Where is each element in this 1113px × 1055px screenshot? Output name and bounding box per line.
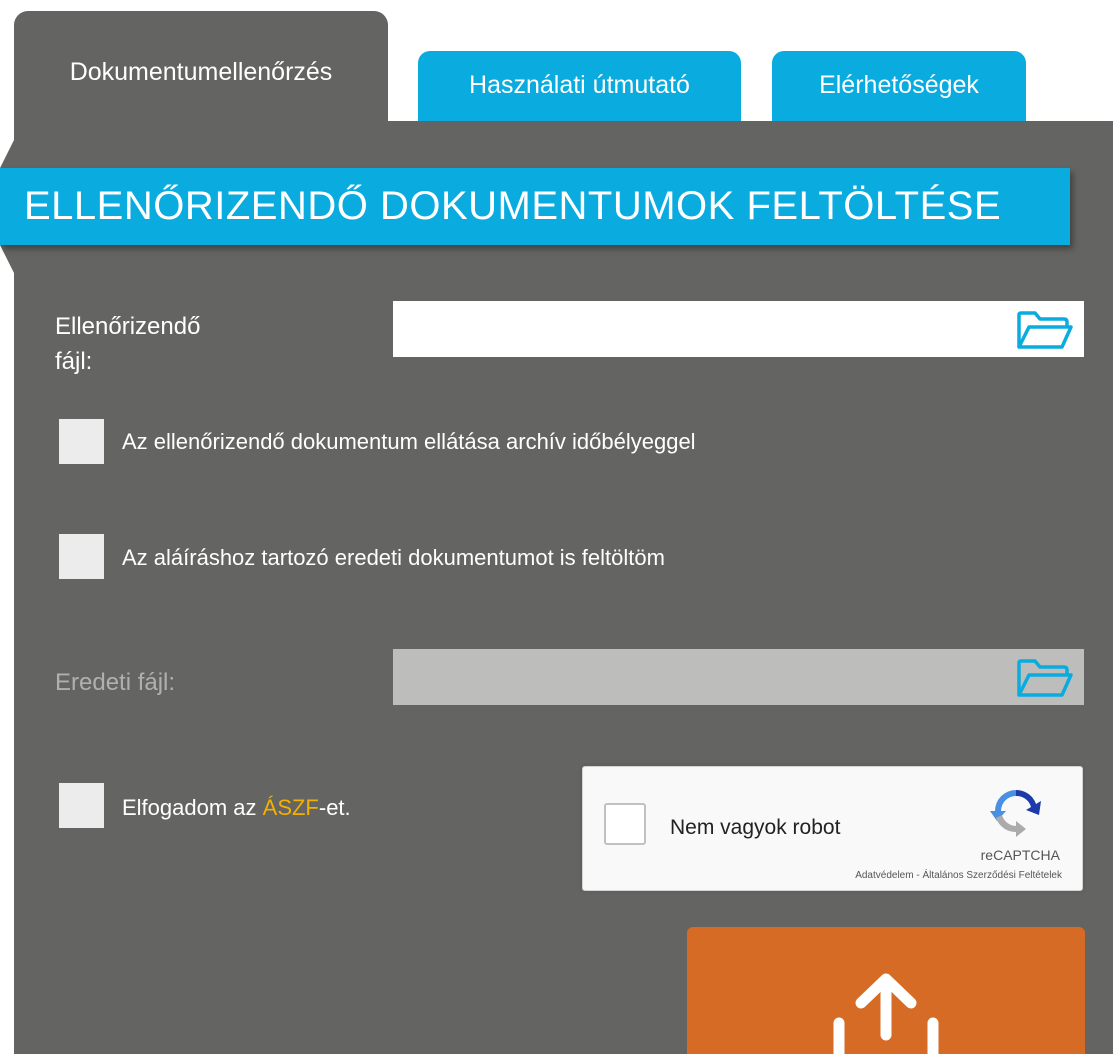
main-panel: [14, 121, 1113, 1054]
recaptcha-links: Adatvédelem - Általános Szerződési Felté…: [855, 870, 1062, 881]
original-file-label: Eredeti fájl:: [55, 669, 176, 696]
page-title: ELLENŐRIZENDŐ DOKUMENTUMOK FELTÖLTÉSE: [0, 168, 1070, 245]
recaptcha-checkbox[interactable]: [604, 803, 646, 845]
original-file-input[interactable]: [393, 649, 1084, 705]
terms-prefix: Elfogadom az: [122, 795, 263, 820]
tab-elerhetosegek[interactable]: Elérhetőségek: [772, 51, 1026, 121]
original-document-checkbox-label: Az aláíráshoz tartozó eredeti dokumentum…: [122, 545, 665, 570]
recaptcha-privacy-link[interactable]: Adatvédelem: [855, 870, 913, 881]
folder-open-icon[interactable]: [1016, 310, 1074, 350]
terms-label: Elfogadom az ÁSZF-et.: [122, 795, 351, 821]
original-document-checkbox[interactable]: [59, 534, 104, 579]
recaptcha-label: Nem vagyok robot: [670, 816, 841, 839]
file-label-line2: fájl:: [55, 348, 93, 375]
recaptcha-terms-link[interactable]: Általános Szerződési Feltételek: [922, 870, 1062, 881]
file-label-line1: Ellenőrizendő: [55, 313, 201, 340]
recaptcha-logo-icon: [990, 789, 1041, 837]
banner-notch-bottom: [0, 245, 14, 273]
aszf-link[interactable]: ÁSZF: [263, 795, 319, 820]
upload-button[interactable]: [687, 927, 1085, 1055]
recaptcha-widget: Nem vagyok robot reCAPTCHA Adatvédelem -…: [582, 766, 1083, 891]
terms-suffix: -et.: [318, 795, 351, 820]
upload-icon: [833, 973, 939, 1055]
file-input[interactable]: [393, 301, 1084, 357]
recaptcha-brand: reCAPTCHA: [980, 847, 1060, 863]
terms-checkbox[interactable]: [59, 783, 104, 828]
timestamp-checkbox-label: Az ellenőrizendő dokumentum ellátása arc…: [122, 429, 696, 454]
folder-open-icon[interactable]: [1016, 658, 1074, 698]
tab-hasznalati-utmutato[interactable]: Használati útmutató: [418, 51, 741, 121]
banner-notch-top: [0, 140, 14, 168]
timestamp-checkbox[interactable]: [59, 419, 104, 464]
